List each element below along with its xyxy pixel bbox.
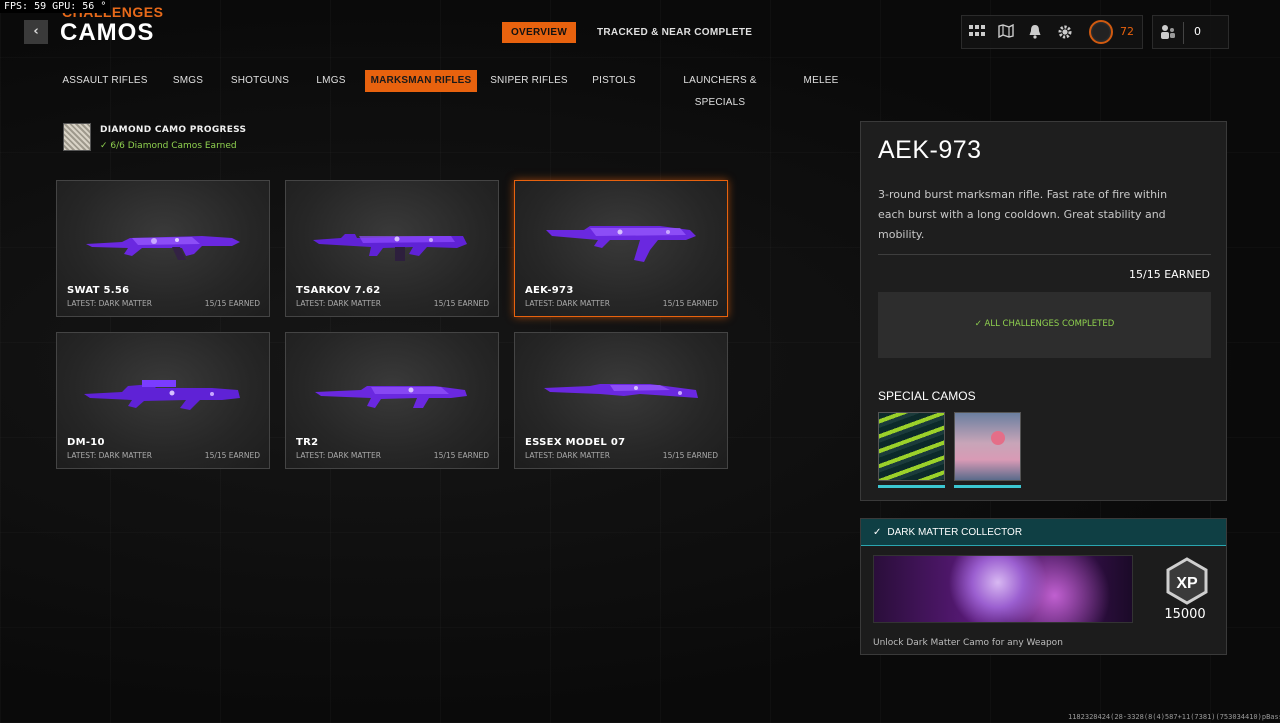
weapon-image	[84, 380, 240, 410]
detail-weapon-name: AEK-973	[878, 136, 982, 164]
diamond-progress-status: ✓ 6/6 Diamond Camos Earned	[100, 141, 237, 151]
weapon-card-aek-973[interactable]: AEK-973 LATEST: DARK MATTER 15/15 EARNED	[514, 180, 728, 317]
weapon-name: SWAT 5.56	[67, 285, 130, 296]
reward-panel: ✓ DARK MATTER COLLECTOR XP 15000 Unlock D…	[860, 518, 1227, 655]
special-camos-title: SPECIAL CAMOS	[878, 389, 976, 403]
reward-image	[873, 555, 1133, 623]
weapon-detail-panel: AEK-973 3-round burst marksman rifle. Fa…	[860, 121, 1227, 501]
back-button[interactable]: ‹	[24, 20, 48, 44]
category-lmgs[interactable]: LMGS	[308, 70, 354, 92]
hud-toolbar: 72	[961, 15, 1143, 49]
party-divider	[1183, 22, 1184, 44]
category-marksman-rifles[interactable]: MARKSMAN RIFLES	[365, 70, 477, 92]
check-icon: ✓	[873, 527, 882, 538]
category-smgs[interactable]: SMGS	[163, 70, 213, 92]
player-level-number: 72	[1120, 25, 1134, 38]
weapon-card-swat-556[interactable]: SWAT 5.56 LATEST: DARK MATTER 15/15 EARN…	[56, 180, 270, 317]
challenges-status-box: ✓ ALL CHALLENGES COMPLETED	[878, 292, 1211, 358]
category-shotguns[interactable]: SHOTGUNS	[228, 70, 292, 92]
weapon-name: AEK-973	[525, 285, 574, 296]
xp-badge-text: XP	[1176, 575, 1198, 592]
build-info-text: 1182328424(28-3328(8(4)587+11(7381)(7530…	[1068, 713, 1280, 721]
weapon-latest-camo: LATEST: DARK MATTER	[525, 451, 610, 460]
weapon-image	[315, 386, 467, 408]
special-camo-flame[interactable]	[878, 412, 945, 488]
category-melee[interactable]: MELEE	[800, 70, 842, 92]
player-level-emblem[interactable]	[1089, 20, 1113, 44]
grid-menu-icon[interactable]	[968, 24, 986, 42]
weapon-latest-camo: LATEST: DARK MATTER	[67, 299, 152, 308]
detail-divider	[878, 254, 1211, 255]
xp-badge-icon: XP	[1166, 557, 1208, 605]
weapon-earned: 15/15 EARNED	[204, 299, 260, 308]
bell-icon[interactable]	[1026, 24, 1044, 42]
detail-description: 3-round burst marksman rifle. Fast rate …	[878, 188, 1168, 241]
weapon-earned: 15/15 EARNED	[433, 299, 489, 308]
weapon-card-essex-model-07[interactable]: ESSEX MODEL 07 LATEST: DARK MATTER 15/15…	[514, 332, 728, 469]
weapon-earned: 15/15 EARNED	[433, 451, 489, 460]
reward-header: ✓ DARK MATTER COLLECTOR	[861, 519, 1226, 546]
special-camo-sunset[interactable]	[954, 412, 1021, 488]
weapon-name: TR2	[296, 437, 319, 448]
weapon-card-tsarkov-762[interactable]: TSARKOV 7.62 LATEST: DARK MATTER 15/15 E…	[285, 180, 499, 317]
reward-description: Unlock Dark Matter Camo for any Weapon	[873, 638, 1063, 648]
category-assault-rifles[interactable]: ASSAULT RIFLES	[62, 70, 148, 92]
tab-tracked-near-complete[interactable]: TRACKED & NEAR COMPLETE	[597, 22, 752, 43]
party-panel[interactable]: 0	[1152, 15, 1229, 49]
weapon-name: TSARKOV 7.62	[296, 285, 381, 296]
weapon-image	[86, 236, 240, 260]
weapon-card-dm-10[interactable]: DM-10 LATEST: DARK MATTER 15/15 EARNED	[56, 332, 270, 469]
weapon-latest-camo: LATEST: DARK MATTER	[296, 451, 381, 460]
sun-shape	[991, 431, 1005, 445]
weapon-latest-camo: LATEST: DARK MATTER	[525, 299, 610, 308]
map-icon[interactable]	[997, 23, 1015, 42]
weapon-name: DM-10	[67, 437, 105, 448]
special-camo-art	[954, 412, 1021, 481]
category-sniper-rifles[interactable]: SNIPER RIFLES	[490, 70, 568, 92]
special-camo-bar	[954, 485, 1021, 488]
weapon-name: ESSEX MODEL 07	[525, 437, 626, 448]
gear-icon[interactable]	[1056, 24, 1074, 42]
weapon-earned: 15/15 EARNED	[662, 299, 718, 308]
weapon-latest-camo: LATEST: DARK MATTER	[67, 451, 152, 460]
weapon-latest-camo: LATEST: DARK MATTER	[296, 299, 381, 308]
page-title: CAMOS	[60, 19, 155, 46]
weapon-earned: 15/15 EARNED	[662, 451, 718, 460]
fps-overlay: FPS: 59 GPU: 56 °	[0, 0, 111, 13]
special-camo-art	[878, 412, 945, 481]
reward-title: DARK MATTER COLLECTOR	[887, 527, 1023, 538]
diamond-camo-swatch	[63, 123, 91, 151]
reward-xp-amount: 15000	[1164, 607, 1206, 622]
weapon-image	[544, 384, 698, 398]
weapon-image	[313, 234, 467, 261]
weapon-image	[546, 226, 696, 262]
category-pistols[interactable]: PISTOLS	[588, 70, 640, 92]
tab-overview[interactable]: OVERVIEW	[502, 22, 576, 43]
party-icon	[1160, 24, 1176, 44]
diamond-progress-title: DIAMOND CAMO PROGRESS	[100, 125, 247, 135]
special-camo-bar	[878, 485, 945, 488]
detail-earned: 15/15 EARNED	[1129, 268, 1210, 281]
weapon-card-tr2[interactable]: TR2 LATEST: DARK MATTER 15/15 EARNED	[285, 332, 499, 469]
category-launchers-specials[interactable]: LAUNCHERS & SPECIALS	[660, 70, 780, 108]
weapon-earned: 15/15 EARNED	[204, 451, 260, 460]
party-count: 0	[1194, 25, 1201, 38]
challenges-status: ✓ ALL CHALLENGES COMPLETED	[974, 319, 1115, 329]
